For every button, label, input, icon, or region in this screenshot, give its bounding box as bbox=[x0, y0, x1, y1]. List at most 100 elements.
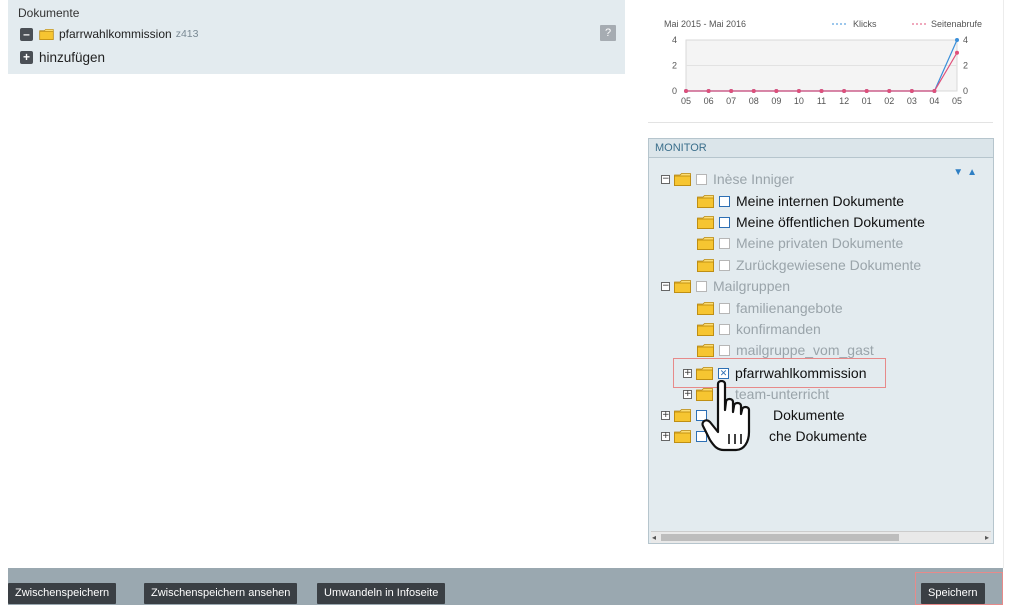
scroll-right-icon[interactable]: ▸ bbox=[985, 532, 989, 543]
chart-point bbox=[819, 89, 824, 93]
chart-xtick: 05 bbox=[952, 96, 962, 106]
tree-node-label[interactable]: Meine internen Dokumente bbox=[736, 193, 904, 209]
chart-ytick-left: 0 bbox=[672, 86, 677, 96]
chart-xtick: 10 bbox=[794, 96, 804, 106]
help-button[interactable]: ? bbox=[600, 25, 616, 41]
tree-node-other-dokumente[interactable]: + che Dokumente bbox=[661, 428, 867, 444]
chart-point bbox=[796, 89, 801, 93]
legend-pageviews-label: Seitenabrufe bbox=[931, 19, 982, 29]
folder-icon bbox=[674, 409, 691, 422]
chart-xtick: 03 bbox=[907, 96, 917, 106]
chart-xtick: 02 bbox=[884, 96, 894, 106]
divider bbox=[1003, 0, 1004, 568]
chart-xtick: 08 bbox=[749, 96, 759, 106]
tree-node-label[interactable]: Meine öffentlichen Dokumente bbox=[736, 214, 925, 230]
save-draft-button[interactable]: Zwischenspeichern bbox=[8, 583, 117, 604]
tree-node-label[interactable]: Mailgruppen bbox=[713, 278, 790, 294]
tree-node-label[interactable]: che Dokumente bbox=[769, 428, 867, 444]
chart-xtick: 05 bbox=[681, 96, 691, 106]
chart-xtick: 04 bbox=[929, 96, 939, 106]
stats-chart: Mai 2015 - Mai 2016 Klicks Seitenabrufe … bbox=[648, 0, 993, 123]
folder-icon bbox=[697, 323, 714, 336]
folder-icon bbox=[674, 430, 691, 443]
tree-node-konfirmanden[interactable]: konfirmanden bbox=[697, 321, 821, 337]
tree-node-internal[interactable]: Meine internen Dokumente bbox=[697, 193, 904, 209]
monitor-panel: MONITOR ▼▲ − Inèse Inniger Meine interne… bbox=[648, 138, 994, 544]
add-icon[interactable]: + bbox=[20, 51, 33, 64]
folder-icon bbox=[697, 302, 714, 315]
tree-node-user[interactable]: − Inèse Inniger bbox=[661, 171, 794, 187]
document-item[interactable]: – pfarrwahlkommission z413 bbox=[20, 27, 198, 41]
tree-checkbox[interactable] bbox=[719, 344, 730, 356]
chart-point bbox=[955, 38, 959, 42]
expand-plus-icon[interactable]: + bbox=[661, 431, 670, 441]
tree-node-label[interactable]: Meine privaten Dokumente bbox=[736, 235, 903, 251]
tree-checkbox[interactable] bbox=[696, 173, 707, 185]
folder-icon bbox=[697, 259, 714, 272]
tree-node-private[interactable]: Meine privaten Dokumente bbox=[697, 235, 903, 251]
tree-node-rejected[interactable]: Zurückgewiesene Dokumente bbox=[697, 257, 921, 273]
chart-point bbox=[887, 89, 892, 93]
tree-node-public[interactable]: Meine öffentlichen Dokumente bbox=[697, 214, 925, 230]
chart-point bbox=[774, 89, 779, 93]
tree-checkbox[interactable] bbox=[719, 195, 730, 207]
horizontal-scrollbar[interactable]: ◂ ▸ bbox=[651, 531, 991, 543]
chart-point bbox=[684, 89, 688, 93]
chart-point bbox=[751, 89, 756, 93]
stats-chart-svg: Mai 2015 - Mai 2016 Klicks Seitenabrufe … bbox=[664, 19, 982, 106]
tree-node-label[interactable]: team-unterricht bbox=[735, 386, 829, 402]
chart-point bbox=[706, 89, 711, 93]
chart-ytick-right: 0 bbox=[963, 86, 968, 96]
legend-clicks-label: Klicks bbox=[853, 19, 877, 29]
tree-node-label[interactable]: Inèse Inniger bbox=[713, 171, 794, 187]
chart-xtick: 07 bbox=[726, 96, 736, 106]
chart-period-label: Mai 2015 - Mai 2016 bbox=[664, 19, 746, 29]
folder-icon bbox=[697, 195, 714, 208]
tree-checkbox[interactable] bbox=[719, 216, 730, 228]
collapse-icon[interactable]: – bbox=[20, 27, 33, 41]
chart-xtick: 01 bbox=[862, 96, 872, 106]
document-item-name[interactable]: pfarrwahlkommission bbox=[59, 27, 172, 41]
chart-point bbox=[842, 89, 847, 93]
expand-plus-icon[interactable]: + bbox=[661, 410, 670, 420]
tree-checkbox[interactable] bbox=[696, 280, 707, 292]
expand-minus-icon[interactable]: − bbox=[661, 281, 670, 291]
chart-ytick-right: 2 bbox=[963, 61, 968, 71]
tree-checkbox[interactable] bbox=[696, 409, 707, 421]
tree-node-familienangebote[interactable]: familienangebote bbox=[697, 300, 843, 316]
chart-legend: Klicks Seitenabrufe bbox=[832, 19, 982, 29]
scroll-left-icon[interactable]: ◂ bbox=[652, 532, 656, 543]
add-document-label[interactable]: hinzufügen bbox=[39, 50, 105, 65]
tree-checkbox[interactable] bbox=[719, 302, 730, 314]
tree-node-mailgruppe-gast[interactable]: mailgruppe_vom_gast bbox=[697, 342, 874, 358]
save-highlight bbox=[915, 572, 1003, 605]
tree-checkbox[interactable] bbox=[719, 323, 730, 335]
add-document-row[interactable]: + hinzufügen bbox=[20, 50, 105, 65]
sort-arrows-icon[interactable]: ▼▲ bbox=[953, 167, 981, 178]
chart-ytick-left: 4 bbox=[672, 35, 677, 45]
tree-node-mailgroups[interactable]: − Mailgruppen bbox=[661, 278, 790, 294]
chart-xtick: 12 bbox=[839, 96, 849, 106]
tree-checkbox[interactable] bbox=[719, 259, 730, 271]
expand-minus-icon[interactable]: − bbox=[661, 174, 670, 184]
convert-infopage-button[interactable]: Umwandeln in Infoseite bbox=[317, 583, 446, 604]
scrollbar-thumb[interactable] bbox=[661, 534, 899, 541]
tree-node-label[interactable]: familienangebote bbox=[736, 300, 843, 316]
documents-title: Dokumente bbox=[18, 6, 80, 20]
view-draft-button[interactable]: Zwischenspeichern ansehen bbox=[144, 583, 298, 604]
folder-icon bbox=[697, 237, 714, 250]
tree-node-dokumente[interactable]: + Dokumente bbox=[661, 407, 845, 423]
documents-panel: Dokumente – pfarrwahlkommission z413 + h… bbox=[8, 0, 625, 74]
tree-node-label[interactable]: Zurückgewiesene Dokumente bbox=[736, 257, 921, 273]
folder-icon bbox=[674, 173, 691, 186]
tree-node-team-unterricht[interactable]: + team-unterricht bbox=[683, 386, 829, 402]
tree-checkbox[interactable] bbox=[719, 237, 730, 249]
tree-node-label[interactable]: konfirmanden bbox=[736, 321, 821, 337]
tree-node-label[interactable]: mailgruppe_vom_gast bbox=[736, 342, 874, 358]
tree-node-label[interactable]: Dokumente bbox=[773, 407, 845, 423]
chart-ytick-left: 2 bbox=[672, 61, 677, 71]
folder-icon bbox=[39, 29, 54, 40]
chart-point bbox=[955, 50, 959, 55]
tree-checkbox[interactable] bbox=[696, 430, 707, 442]
expand-plus-icon[interactable]: + bbox=[683, 389, 692, 399]
